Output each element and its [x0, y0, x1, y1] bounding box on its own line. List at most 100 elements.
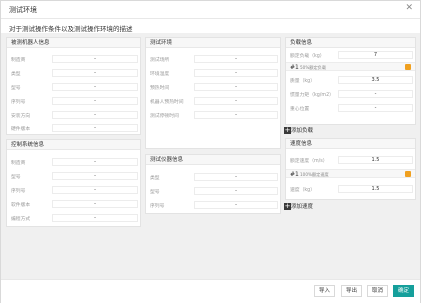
- env-field-row: 环境温度 -: [146, 69, 280, 78]
- field-label: 测试停顿时间: [150, 114, 179, 119]
- plus-icon: +: [284, 201, 291, 210]
- control-field-row: 软件版本 -: [7, 200, 140, 209]
- field-label: 机器人预热时间: [150, 100, 184, 105]
- field-label: 质量（kg）: [290, 79, 316, 84]
- field-label: 安装方向: [11, 114, 31, 119]
- field-label: 额定负载（kg）: [290, 54, 325, 59]
- load-mass-input[interactable]: 3.5: [338, 76, 413, 84]
- speed-value-input[interactable]: 1.5: [338, 185, 413, 193]
- control-serial-input[interactable]: -: [52, 186, 138, 194]
- control-model-input[interactable]: -: [52, 172, 138, 180]
- dialog-subtitle: 对于测试操作条件以及测试操作环境的描述: [9, 25, 133, 33]
- control-programming-input[interactable]: -: [52, 214, 138, 222]
- speed-header: 速度信息: [286, 139, 415, 149]
- load-cog-input[interactable]: -: [338, 104, 413, 112]
- field-label: 预热时间: [150, 86, 170, 91]
- speed-field-row: 速度（kg） 1.5: [286, 185, 415, 194]
- field-label: 制造商: [11, 58, 26, 63]
- field-label: 软件版本: [11, 203, 31, 208]
- field-label: 序列号: [150, 204, 165, 209]
- control-field-row: 型号 -: [7, 172, 140, 181]
- test-env-header: 测试环境: [146, 38, 280, 48]
- add-load-button[interactable]: +添加负载: [284, 126, 313, 135]
- control-manufacturer-input[interactable]: -: [52, 158, 138, 166]
- control-info-panel: 控制系统信息 制造商 - 型号 - 序列号 - 软件版本 - 编程方式 -: [6, 139, 141, 227]
- plus-icon: +: [284, 125, 291, 134]
- field-label: 序列号: [11, 100, 26, 105]
- instrument-model-input[interactable]: -: [194, 187, 278, 195]
- control-info-header: 控制系统信息: [7, 140, 140, 150]
- test-instrument-panel: 测试仪器信息 类型 - 型号 - 序列号 -: [145, 154, 281, 214]
- load-header: 负载信息: [286, 38, 415, 48]
- add-speed-button[interactable]: +添加速度: [284, 202, 313, 211]
- env-site-input[interactable]: -: [194, 55, 278, 63]
- rated-load-input[interactable]: 7: [338, 51, 413, 59]
- confirm-button[interactable]: 确定: [393, 285, 415, 297]
- field-label: 型号: [11, 86, 21, 91]
- instrument-field-row: 型号 -: [146, 187, 280, 196]
- load-item-header: #1 50%额定负载: [286, 62, 415, 71]
- speed-item-header: #1 100%额定速度: [286, 169, 415, 178]
- field-label: 序列号: [11, 189, 26, 194]
- load-inertia-input[interactable]: -: [338, 90, 413, 98]
- field-label: 型号: [150, 190, 160, 195]
- speed-item-number: #1: [290, 171, 299, 178]
- field-label: 速度（kg）: [290, 188, 316, 193]
- robot-model-input[interactable]: -: [52, 83, 138, 91]
- dialog-titlebar: 测试环境 ✕: [1, 1, 420, 19]
- robot-field-row: 硬件版本 -: [7, 124, 140, 133]
- add-load-label: 添加负载: [291, 128, 314, 134]
- robot-field-row: 安装方向 -: [7, 111, 140, 120]
- field-label: 测试场所: [150, 58, 170, 63]
- robot-type-input[interactable]: -: [52, 69, 138, 77]
- env-field-row: 预热时间 -: [146, 83, 280, 92]
- field-label: 惯量力矩（kg/m2）: [290, 93, 334, 98]
- instrument-serial-input[interactable]: -: [194, 201, 278, 209]
- import-button[interactable]: 导入: [314, 285, 336, 297]
- env-robot-warmup-input[interactable]: -: [194, 97, 278, 105]
- load-item-number: #1: [290, 64, 299, 71]
- robot-field-row: 类型 -: [7, 69, 140, 78]
- env-field-row: 测试场所 -: [146, 55, 280, 64]
- field-label: 类型: [150, 176, 160, 181]
- delete-load-icon[interactable]: [405, 64, 411, 70]
- speed-panel: 速度信息 额定速度（m/s） 1.5 #1 100%额定速度 速度（kg） 1.…: [285, 138, 416, 200]
- robot-serial-input[interactable]: -: [52, 97, 138, 105]
- robot-hw-version-input[interactable]: -: [52, 124, 138, 132]
- env-warmup-input[interactable]: -: [194, 83, 278, 91]
- robot-field-row: 型号 -: [7, 83, 140, 92]
- control-sw-version-input[interactable]: -: [52, 200, 138, 208]
- control-field-row: 序列号 -: [7, 186, 140, 195]
- control-field-row: 编程方式 -: [7, 214, 140, 223]
- robot-manufacturer-input[interactable]: -: [52, 55, 138, 63]
- field-label: 重心位置: [290, 107, 310, 112]
- robot-mount-input[interactable]: -: [52, 111, 138, 119]
- env-pause-input[interactable]: -: [194, 111, 278, 119]
- dialog-body: 被测机器人信息 制造商 - 类型 - 型号 - 序列号 - 安装方向 - 硬件版…: [1, 33, 420, 279]
- env-field-row: 测试停顿时间 -: [146, 111, 280, 120]
- delete-speed-icon[interactable]: [405, 171, 411, 177]
- load-field-row: 质量（kg） 3.5: [286, 76, 415, 85]
- speed-item-label: 100%额定速度: [300, 172, 329, 177]
- instrument-type-input[interactable]: -: [194, 173, 278, 181]
- field-label: 硬件版本: [11, 127, 31, 132]
- close-icon[interactable]: ✕: [405, 3, 413, 13]
- instrument-field-row: 序列号 -: [146, 201, 280, 210]
- field-label: 环境温度: [150, 72, 170, 77]
- env-temp-input[interactable]: -: [194, 69, 278, 77]
- dialog-title: 测试环境: [9, 6, 37, 14]
- field-label: 制造商: [11, 161, 26, 166]
- control-field-row: 制造商 -: [7, 158, 140, 167]
- field-label: 额定速度（m/s）: [290, 159, 328, 164]
- robot-info-panel: 被测机器人信息 制造商 - 类型 - 型号 - 序列号 - 安装方向 - 硬件版…: [6, 37, 141, 135]
- load-panel: 负载信息 额定负载（kg） 7 #1 50%额定负载 质量（kg） 3.5 惯量…: [285, 37, 416, 125]
- field-label: 编程方式: [11, 217, 31, 222]
- robot-info-header: 被测机器人信息: [7, 38, 140, 48]
- add-speed-label: 添加速度: [291, 204, 314, 210]
- rated-speed-input[interactable]: 1.5: [338, 156, 413, 164]
- export-button[interactable]: 导出: [341, 285, 363, 297]
- cancel-button[interactable]: 取消: [367, 285, 389, 297]
- test-env-panel: 测试环境 测试场所 - 环境温度 - 预热时间 - 机器人预热时间 - 测试停顿…: [145, 37, 281, 149]
- test-instrument-header: 测试仪器信息: [146, 155, 280, 165]
- load-rated-row: 额定负载（kg） 7: [286, 51, 415, 60]
